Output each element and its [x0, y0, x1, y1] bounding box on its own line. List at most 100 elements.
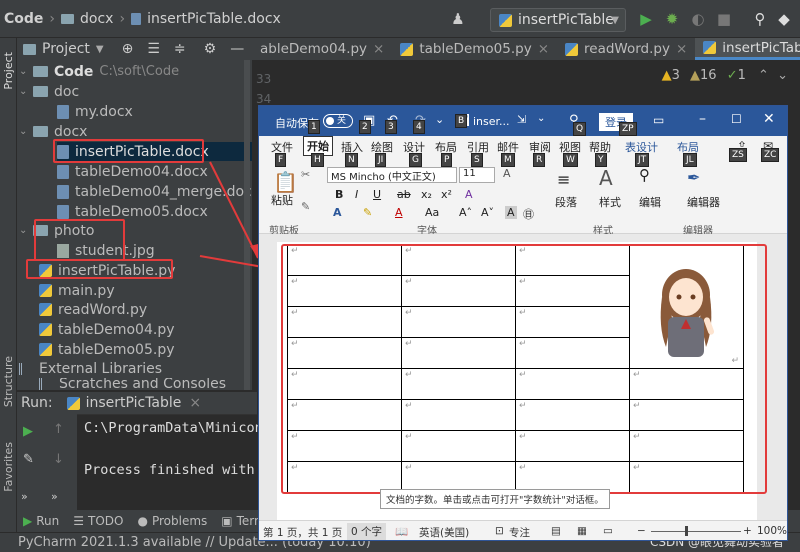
chevron-down-icon[interactable]: ⌄: [537, 113, 545, 124]
breadcrumb-docx[interactable]: docx: [80, 11, 113, 27]
more-icon[interactable]: »: [51, 490, 58, 503]
autosave-toggle[interactable]: 关: [323, 114, 353, 128]
superscript-icon[interactable]: x²: [441, 188, 452, 201]
zoom-in-icon[interactable]: +: [743, 525, 752, 537]
tab-run[interactable]: ▶ Run: [23, 514, 59, 528]
collapse-all-icon[interactable]: ≑: [174, 41, 186, 57]
run-tab[interactable]: insertPicTable: [86, 395, 182, 411]
wrench-icon[interactable]: ✎: [23, 452, 34, 467]
breadcrumb-file[interactable]: insertPicTable.docx: [147, 11, 281, 27]
tree-item-external-libraries[interactable]: External Libraries: [19, 359, 162, 378]
search-icon[interactable]: ⚲: [750, 9, 770, 29]
structure-side-tab[interactable]: Structure: [2, 356, 15, 407]
strikethrough-icon[interactable]: ab: [397, 188, 411, 201]
inspection-widget[interactable]: ▲3 ▲16 ✓1 ⌃ ⌄: [662, 68, 788, 83]
tree-item-tabledemo05-py[interactable]: tableDemo05.py: [39, 340, 175, 359]
styles-button[interactable]: 样式: [599, 194, 621, 210]
locate-icon[interactable]: ⊕: [122, 41, 134, 57]
close-icon[interactable]: ×: [538, 41, 549, 57]
proofing-icon[interactable]: 📖: [395, 525, 408, 538]
paste-label[interactable]: 粘贴: [271, 192, 293, 208]
project-side-tab[interactable]: Project: [2, 52, 15, 90]
tab-todo[interactable]: ☰ TODO: [73, 514, 123, 528]
gear-icon[interactable]: ⚙: [204, 41, 217, 57]
paragraph-button[interactable]: 段落: [555, 194, 577, 210]
language[interactable]: 英语(美国): [419, 525, 469, 540]
enclose-char-icon[interactable]: ㊐: [523, 206, 534, 222]
shrink-font-icon[interactable]: A˅: [481, 206, 494, 219]
tab-tabledemo04[interactable]: ableDemo04.py ×: [252, 38, 392, 60]
tab-problems[interactable]: ● Problems: [137, 514, 207, 528]
favorites-side-tab[interactable]: Favorites: [2, 442, 15, 492]
grow-font-icon[interactable]: A˄: [459, 206, 472, 219]
coverage-icon[interactable]: ◐: [688, 9, 708, 29]
close-icon[interactable]: ×: [189, 395, 201, 411]
chevron-down-icon[interactable]: ▼: [96, 44, 104, 55]
clear-format-icon[interactable]: A: [465, 188, 473, 201]
zoom-out-icon[interactable]: −: [637, 525, 646, 537]
chevron-up-icon[interactable]: ⌃: [758, 68, 769, 83]
tree-item-readword-py[interactable]: readWord.py: [39, 300, 147, 319]
ribbon-display-icon[interactable]: ▭: [653, 113, 664, 127]
expand-all-icon[interactable]: ☰: [147, 41, 160, 57]
run-icon[interactable]: ▶: [636, 9, 656, 29]
paste-icon[interactable]: 📋: [273, 170, 298, 194]
read-mode-icon[interactable]: ▤: [551, 525, 561, 537]
font-color-a-icon[interactable]: A: [503, 167, 511, 180]
focus-mode[interactable]: 专注: [509, 525, 530, 540]
tab-readword[interactable]: readWord.py ×: [557, 38, 695, 60]
tree-item-code[interactable]: ⌄ Code C:\soft\Code: [19, 62, 179, 81]
zoom-level[interactable]: 100%: [757, 525, 787, 537]
close-icon[interactable]: ×: [676, 41, 687, 57]
user-icon[interactable]: ♟: [448, 9, 468, 29]
chevron-down-icon[interactable]: ⌄: [19, 86, 33, 97]
chevron-down-icon[interactable]: ⌄: [19, 66, 33, 77]
zoom-slider-thumb[interactable]: [685, 526, 688, 536]
more-icon[interactable]: ⌄: [435, 113, 444, 126]
highlight-icon[interactable]: ✎: [363, 206, 372, 219]
underline-icon[interactable]: U: [373, 188, 381, 201]
word-count[interactable]: 0 个字: [347, 523, 387, 540]
tree-item-scratches[interactable]: Scratches and Consoles: [39, 378, 226, 390]
subscript-icon[interactable]: x₂: [421, 188, 432, 201]
styles-icon[interactable]: A: [599, 166, 613, 190]
rerun-icon[interactable]: ▶: [23, 424, 33, 439]
format-painter-icon[interactable]: ✎: [301, 200, 310, 213]
char-shading-icon[interactable]: A: [505, 206, 517, 219]
text-effect-icon[interactable]: A: [333, 206, 342, 219]
italic-icon[interactable]: I: [355, 188, 358, 201]
bold-icon[interactable]: B: [335, 188, 343, 201]
find-icon[interactable]: ⚲: [639, 166, 650, 184]
stop-icon[interactable]: ■: [714, 9, 734, 29]
web-layout-icon[interactable]: ▭: [603, 525, 613, 537]
print-layout-icon[interactable]: ▦: [577, 525, 587, 537]
minimize-icon[interactable]: –: [699, 111, 706, 127]
close-icon[interactable]: ×: [373, 41, 384, 57]
close-icon[interactable]: ✕: [763, 111, 775, 127]
tree-item-main-py[interactable]: main.py: [39, 281, 115, 300]
tree-item-doc[interactable]: ⌄ doc: [19, 82, 79, 101]
more-icon[interactable]: »: [21, 490, 28, 503]
tree-item-tabledemo04-py[interactable]: tableDemo04.py: [39, 320, 175, 339]
project-label[interactable]: Project: [42, 41, 90, 57]
cut-icon[interactable]: ✂: [301, 168, 310, 181]
font-color-icon[interactable]: A: [395, 206, 403, 219]
change-case-icon[interactable]: Aa: [425, 206, 439, 219]
hide-icon[interactable]: —: [230, 41, 244, 57]
down-icon[interactable]: ↓: [53, 452, 64, 467]
tree-item-my-docx[interactable]: my.docx: [57, 102, 133, 121]
doc-title[interactable]: inser...: [473, 115, 510, 128]
document-area[interactable]: ↵ ↵ ↵ ↵ ↵ ↵ ↵ ↵ ↵ ↵ ↵ ↵ ↵ ↵ ↵ ↵ ↵ ↵ ↵ ↵ ↵ ↵ ↵ ↵ ↵ ↵ ↵ ↵ ↵: [259, 234, 787, 522]
chevron-down-icon[interactable]: ⌄: [19, 126, 33, 137]
settings-icon[interactable]: ◆: [774, 9, 794, 29]
chevron-down-icon[interactable]: ⌄: [777, 68, 788, 83]
tab-insertpictable[interactable]: insertPicTable.py×: [695, 38, 800, 60]
paragraph-icon[interactable]: ≡: [557, 170, 570, 189]
tab-tabledemo05[interactable]: tableDemo05.py ×: [392, 38, 557, 60]
focus-icon[interactable]: ⊡: [495, 525, 504, 537]
up-icon[interactable]: ↑: [53, 422, 64, 437]
font-name-box[interactable]: MS Mincho (中文正文): [327, 167, 457, 183]
editor-icon[interactable]: ✒: [687, 168, 700, 187]
breadcrumb-code[interactable]: Code: [4, 11, 43, 27]
run-config-select[interactable]: insertPicTable ▼: [490, 8, 626, 32]
